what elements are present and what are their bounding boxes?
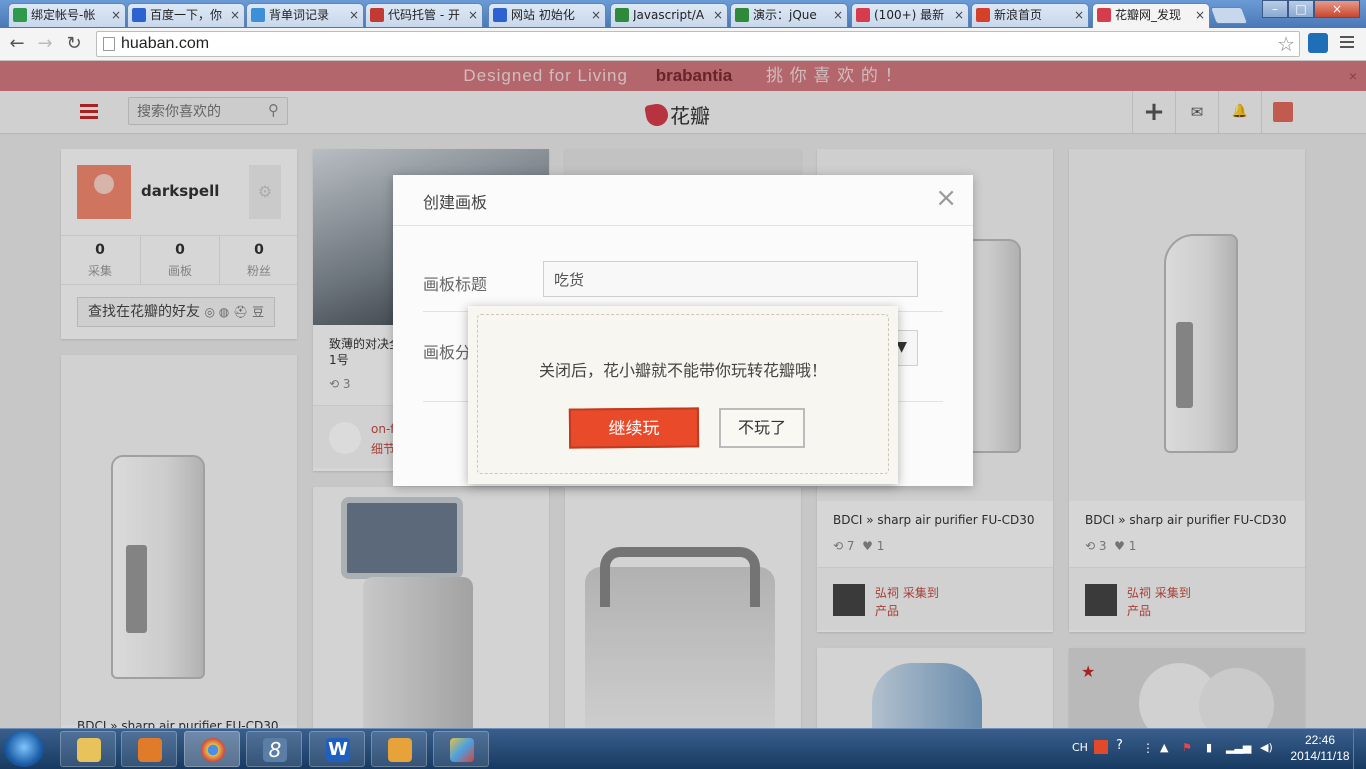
chrome-icon: [201, 738, 225, 762]
board-category-label: 画板分: [423, 343, 472, 362]
address-bar[interactable]: huaban.com ☆: [96, 31, 1300, 57]
continue-button[interactable]: 继续玩: [568, 407, 700, 449]
board-title-label: 画板标题: [423, 275, 488, 294]
confirm-dialog-border: 关闭后，花小瓣就不能带你玩转花瓣哦！ 继续玩 不玩了: [477, 314, 889, 474]
sogou-ime-icon[interactable]: [1094, 740, 1108, 754]
browser-tab[interactable]: 网站 初始化 ×: [488, 3, 606, 27]
browser-tab[interactable]: (100+) 最新 ×: [851, 3, 969, 27]
browser-tab-active[interactable]: 花瓣网_发现 ×: [1092, 3, 1210, 28]
dialog-title: 创建画板: [423, 193, 488, 212]
start-button[interactable]: [4, 731, 44, 767]
page-icon: [103, 37, 115, 51]
clock-date: 2014/11/18: [1290, 749, 1350, 763]
tab-close-icon[interactable]: ×: [833, 4, 843, 26]
forward-icon[interactable]: →: [33, 32, 57, 56]
dialog-divider: [393, 225, 973, 226]
number-eight-icon: 8: [263, 738, 287, 762]
url-text[interactable]: huaban.com: [121, 35, 209, 53]
paint-palette-icon: [450, 738, 474, 762]
battery-icon[interactable]: ▮: [1206, 741, 1212, 754]
tab-close-icon[interactable]: ×: [111, 4, 121, 26]
page-viewport: Designed for Living brabantia 挑 你 喜 欢 的 …: [0, 61, 1366, 728]
windows-taskbar: 8 W CH ? ⋮ ▲ ⚑ ▮ ▂▃▅ ◀) 22:46 2014/11/18: [0, 728, 1366, 769]
taskbar-wps[interactable]: W: [309, 731, 365, 767]
back-icon[interactable]: ←: [5, 32, 29, 56]
browser-tab[interactable]: 背单词记录 ×: [246, 3, 364, 27]
tab-favicon-icon: [13, 8, 27, 22]
board-title-input[interactable]: [543, 261, 918, 297]
tab-favicon-icon: [370, 8, 384, 22]
bookmark-star-icon[interactable]: ☆: [1277, 32, 1295, 56]
minimize-button[interactable]: –: [1262, 0, 1288, 18]
confirm-message: 关闭后，花小瓣就不能带你玩转花瓣哦！: [538, 361, 827, 380]
tab-close-icon[interactable]: ×: [713, 4, 723, 26]
wps-writer-icon: W: [326, 738, 350, 762]
tray-settings-icon[interactable]: ⋮: [1142, 741, 1154, 755]
taskbar-home[interactable]: [371, 731, 427, 767]
house-icon: [388, 738, 412, 762]
tab-close-icon[interactable]: ×: [349, 4, 359, 26]
system-clock[interactable]: 22:46 2014/11/18: [1290, 732, 1350, 764]
volume-icon[interactable]: ◀): [1260, 741, 1273, 754]
tab-close-icon[interactable]: ×: [230, 4, 240, 26]
tab-favicon-icon: [856, 8, 870, 22]
new-tab-button[interactable]: [1209, 7, 1249, 24]
action-center-flag-icon[interactable]: ⚑: [1182, 741, 1192, 754]
browser-tab[interactable]: 百度一下，你 ×: [127, 3, 245, 27]
tab-favicon-icon: [132, 8, 146, 22]
browser-tab[interactable]: 代码托管 - 开 ×: [365, 3, 483, 27]
folder-icon: [77, 738, 101, 762]
network-signal-icon[interactable]: ▂▃▅: [1226, 741, 1251, 754]
tab-favicon-icon: [251, 8, 265, 22]
close-window-button[interactable]: ×: [1314, 0, 1360, 18]
browser-tabbar: 绑定帐号-帐 × 百度一下，你 × 背单词记录 × 代码托管 - 开 × 网站 初始化 ×…: [0, 0, 1366, 28]
media-player-icon: [138, 738, 162, 762]
extension-icon[interactable]: [1308, 33, 1328, 53]
tab-favicon-icon: [976, 8, 990, 22]
maximize-button[interactable]: □: [1288, 0, 1314, 18]
clock-time: 22:46: [1304, 733, 1336, 747]
taskbar-chrome[interactable]: [184, 731, 240, 767]
tab-close-icon[interactable]: ×: [1195, 4, 1205, 26]
browser-tab[interactable]: 新浪首页 ×: [971, 3, 1089, 27]
tab-favicon-icon: [1097, 8, 1111, 22]
tray-expand-icon[interactable]: ▲: [1160, 741, 1168, 754]
browser-tab[interactable]: 演示：jQue ×: [730, 3, 848, 27]
help-icon[interactable]: ?: [1116, 738, 1123, 753]
browser-tab[interactable]: 绑定帐号-帐 ×: [8, 3, 126, 27]
tab-favicon-icon: [735, 8, 749, 22]
ime-indicator[interactable]: CH: [1072, 741, 1088, 754]
taskbar-explorer[interactable]: [60, 731, 116, 767]
quit-button[interactable]: 不玩了: [719, 408, 805, 448]
taskbar-app8[interactable]: 8: [246, 731, 302, 767]
tab-close-icon[interactable]: ×: [1074, 4, 1084, 26]
tab-close-icon[interactable]: ×: [954, 4, 964, 26]
tab-favicon-icon: [615, 8, 629, 22]
tab-favicon-icon: [493, 8, 507, 22]
tab-close-icon[interactable]: ×: [468, 4, 478, 26]
reload-icon[interactable]: ↻: [62, 32, 86, 56]
tab-close-icon[interactable]: ×: [591, 4, 601, 26]
close-confirm-dialog: 关闭后，花小瓣就不能带你玩转花瓣哦！ 继续玩 不玩了: [468, 306, 898, 484]
close-icon[interactable]: ×: [935, 183, 957, 213]
browser-toolbar: ← → ↻ huaban.com ☆: [0, 28, 1366, 61]
browser-tab[interactable]: Javascript/A ×: [610, 3, 728, 27]
taskbar-paint[interactable]: [433, 731, 489, 767]
browser-menu-icon[interactable]: [1340, 36, 1354, 51]
show-desktop-button[interactable]: [1353, 729, 1366, 769]
taskbar-media-player[interactable]: [121, 731, 177, 767]
